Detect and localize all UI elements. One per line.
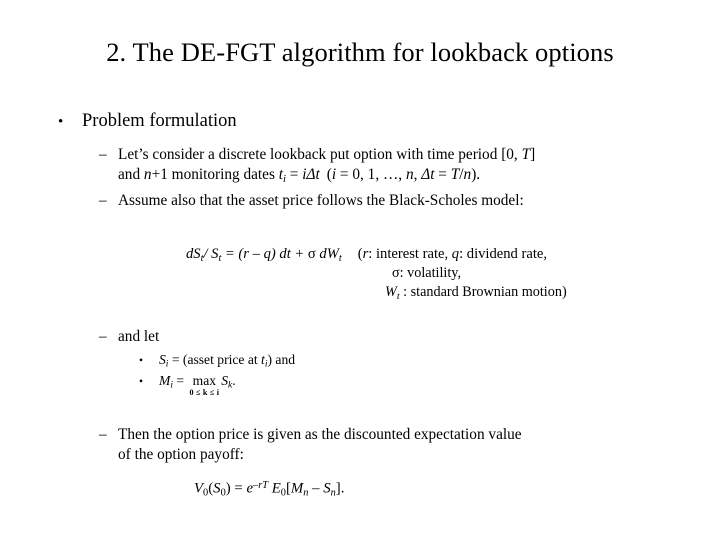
symbol-S: S xyxy=(213,480,221,497)
list-item-text: and let xyxy=(118,328,160,345)
text-run: : volatility, xyxy=(399,265,461,281)
text-run: : interest rate, xyxy=(368,246,452,262)
text-run: ) and xyxy=(267,352,296,367)
dash-marker-icon: – xyxy=(99,192,107,209)
symbol-T: T xyxy=(521,146,531,163)
dash-marker-icon: – xyxy=(99,328,107,345)
text-run: = xyxy=(434,165,451,183)
symbol-delta: Δ xyxy=(306,165,316,183)
text-run: ] xyxy=(530,146,536,163)
symbol-W: W xyxy=(385,284,397,300)
text-run: = ( xyxy=(221,246,244,262)
text-run: – xyxy=(308,480,324,497)
text-run: + xyxy=(290,246,308,262)
text-run: ). xyxy=(471,165,481,183)
list-item-text: Mi = max 0 ≤ k ≤ i Sk. xyxy=(159,373,236,397)
symbol-q: q xyxy=(451,246,460,262)
dash-marker-icon: – xyxy=(99,146,107,163)
symbol-sigma: σ xyxy=(307,246,316,262)
symbol-S: S xyxy=(323,480,331,497)
equation-sde: dSt/ St = (r – q) dt + σ dWt (r: interest… xyxy=(186,246,547,264)
symbol-T: T xyxy=(450,165,460,183)
equation-annotation-volatility: σ: volatility, xyxy=(392,265,461,282)
subscript-t: t xyxy=(338,252,342,264)
list-item-running-max-definition: • Mi = max 0 ≤ k ≤ i Sk. xyxy=(139,373,236,397)
text-run: of the option payoff: xyxy=(118,445,244,463)
bullet-problem-formulation: • Problem formulation xyxy=(58,111,237,132)
text-run: = xyxy=(230,480,247,497)
symbol-sigma: σ xyxy=(392,265,400,281)
list-item-text: Let’s consider a discrete lookback put o… xyxy=(118,145,689,186)
max-limits: 0 ≤ k ≤ i xyxy=(189,387,220,397)
symbol-S: S xyxy=(159,352,166,367)
text-run: = (asset price at xyxy=(168,352,262,367)
slide-canvas: 2. The DE-FGT algorithm for lookback opt… xyxy=(0,0,720,540)
symbol-q: q xyxy=(263,246,271,262)
bullet-marker-icon: • xyxy=(58,114,64,130)
symbol-dW: dW xyxy=(315,246,339,262)
list-item-lookback-definition: – Let’s consider a discrete lookback put… xyxy=(99,145,689,186)
text-run: : dividend rate, xyxy=(459,246,548,262)
text-run: – xyxy=(248,246,264,262)
text-run: +1 monitoring dates xyxy=(151,165,279,183)
text-run: = 0, 1, …, xyxy=(336,165,406,183)
text-run: and xyxy=(118,165,144,183)
list-item-text: Then the option price is given as the di… xyxy=(118,425,679,464)
text-run: . xyxy=(232,373,236,388)
text-run: ]. xyxy=(335,480,345,497)
text-run: / xyxy=(203,246,212,262)
symbol-n: n xyxy=(405,165,414,183)
text-run: : standard Brownian motion) xyxy=(399,284,567,300)
max-operator: max 0 ≤ k ≤ i xyxy=(189,374,219,397)
text-run: [0, xyxy=(501,146,522,163)
list-item-and-let: – and let xyxy=(99,327,499,347)
list-item-option-price-statement: – Then the option price is given as the … xyxy=(99,425,679,464)
symbol-M: M xyxy=(290,480,304,497)
text-run: = xyxy=(172,373,188,388)
symbol-V: V xyxy=(194,480,204,497)
bullet-marker-icon: • xyxy=(139,355,144,367)
symbol-delta: Δ xyxy=(421,165,431,183)
list-item-text: Si = (asset price at ti) and xyxy=(159,352,295,372)
page-title: 2. The DE-FGT algorithm for lookback opt… xyxy=(106,37,614,67)
text-run: Let’s consider a discrete lookback put o… xyxy=(118,146,502,163)
list-item-text: Assume also that the asset price follows… xyxy=(118,192,524,209)
symbol-dt: dt xyxy=(279,246,291,262)
symbol-S: S xyxy=(193,246,201,262)
max-label: max xyxy=(192,373,217,388)
symbol-E: E xyxy=(268,480,281,497)
equation-option-price: V0(S0) = e–rT E0[Mn – Sn]. xyxy=(194,480,344,499)
bullet-marker-icon: • xyxy=(139,376,144,388)
dash-marker-icon: – xyxy=(99,426,107,443)
symbol-M: M xyxy=(159,373,171,388)
symbol-n: n xyxy=(143,165,152,183)
equation-annotation-brownian: Wt : standard Brownian motion) xyxy=(385,284,567,302)
text-run: Then the option price is given as the di… xyxy=(118,426,522,443)
text-run: = xyxy=(285,165,303,183)
list-item-black-scholes: – Assume also that the asset price follo… xyxy=(99,191,689,211)
superscript-minus-rT: –rT xyxy=(253,480,269,491)
symbol-t: t xyxy=(315,165,320,183)
list-item-asset-price-definition: • Si = (asset price at ti) and xyxy=(139,352,295,372)
bullet-label-problem-formulation: Problem formulation xyxy=(82,111,237,131)
